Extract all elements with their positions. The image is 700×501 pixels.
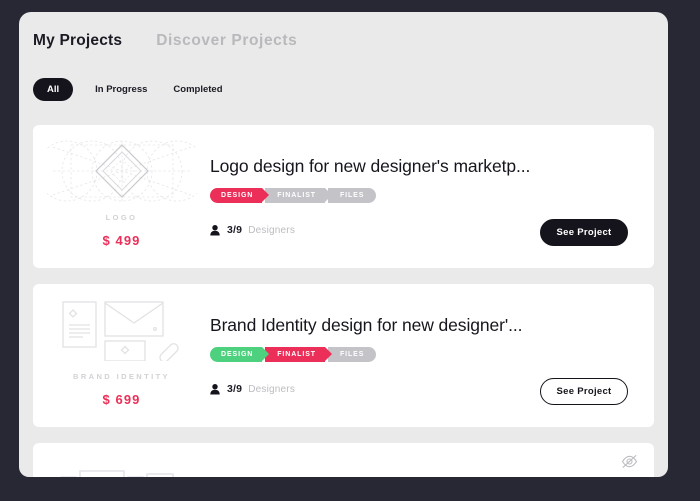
designers-count: 3/9 (227, 383, 243, 395)
step-files[interactable]: FILES (327, 347, 377, 362)
project-thumbnail: LOGO $ 499 (33, 125, 210, 268)
tab-bar: My Projects Discover Projects (19, 12, 668, 69)
see-project-button[interactable]: See Project (540, 378, 628, 405)
project-price: $ 699 (102, 392, 141, 407)
designers-label: Designers (248, 224, 296, 236)
step-design[interactable]: DESIGN (210, 188, 270, 203)
project-title: Logo design for new designer's marketp..… (210, 156, 531, 176)
filter-all[interactable]: All (33, 77, 74, 101)
filter-in-progress[interactable]: In Progress (95, 84, 147, 95)
project-card[interactable] (33, 443, 654, 477)
project-details: Logo design for new designer's marketp..… (210, 125, 654, 268)
tab-discover-projects[interactable]: Discover Projects (156, 32, 297, 50)
designers-label: Designers (248, 383, 296, 395)
projects-window: My Projects Discover Projects All In Pro… (19, 12, 668, 477)
project-price: $ 499 (102, 233, 141, 248)
project-progress-steps: DESIGN FINALIST FILES (210, 347, 654, 362)
designers-count-row: 3/9 Designers (210, 223, 295, 237)
project-title: Brand Identity design for new designer'.… (210, 315, 523, 335)
person-icon (210, 224, 220, 235)
designers-count-row: 3/9 Designers (210, 382, 295, 396)
logo-grid-diamond-icon (46, 138, 197, 204)
project-progress-steps: DESIGN FINALIST FILES (210, 188, 654, 203)
project-card-list[interactable]: LOGO $ 499 Logo design for new designer'… (19, 125, 668, 477)
project-details (210, 443, 654, 477)
tab-my-projects[interactable]: My Projects (33, 32, 122, 50)
project-card[interactable]: LOGO $ 499 Logo design for new designer'… (33, 125, 654, 268)
step-design[interactable]: DESIGN (210, 347, 270, 362)
eye-slash-icon[interactable] (621, 454, 638, 469)
see-project-button[interactable]: See Project (540, 219, 628, 246)
step-finalist[interactable]: FINALIST (265, 347, 332, 362)
packaging-boxes-icon (57, 456, 187, 477)
project-thumbnail (33, 443, 210, 477)
person-icon (210, 383, 220, 394)
designers-count: 3/9 (227, 224, 243, 236)
project-details: Brand Identity design for new designer'.… (210, 284, 654, 427)
step-finalist[interactable]: FINALIST (265, 188, 332, 203)
project-card[interactable]: BRAND IDENTITY $ 699 Brand Identity desi… (33, 284, 654, 427)
brand-identity-stationery-icon (59, 297, 184, 363)
thumbnail-label: LOGO (105, 213, 138, 222)
filter-bar: All In Progress Completed (33, 75, 223, 103)
filter-completed[interactable]: Completed (173, 84, 222, 95)
thumbnail-label: BRAND IDENTITY (73, 372, 170, 381)
step-files[interactable]: FILES (327, 188, 377, 203)
project-thumbnail: BRAND IDENTITY $ 699 (33, 284, 210, 427)
